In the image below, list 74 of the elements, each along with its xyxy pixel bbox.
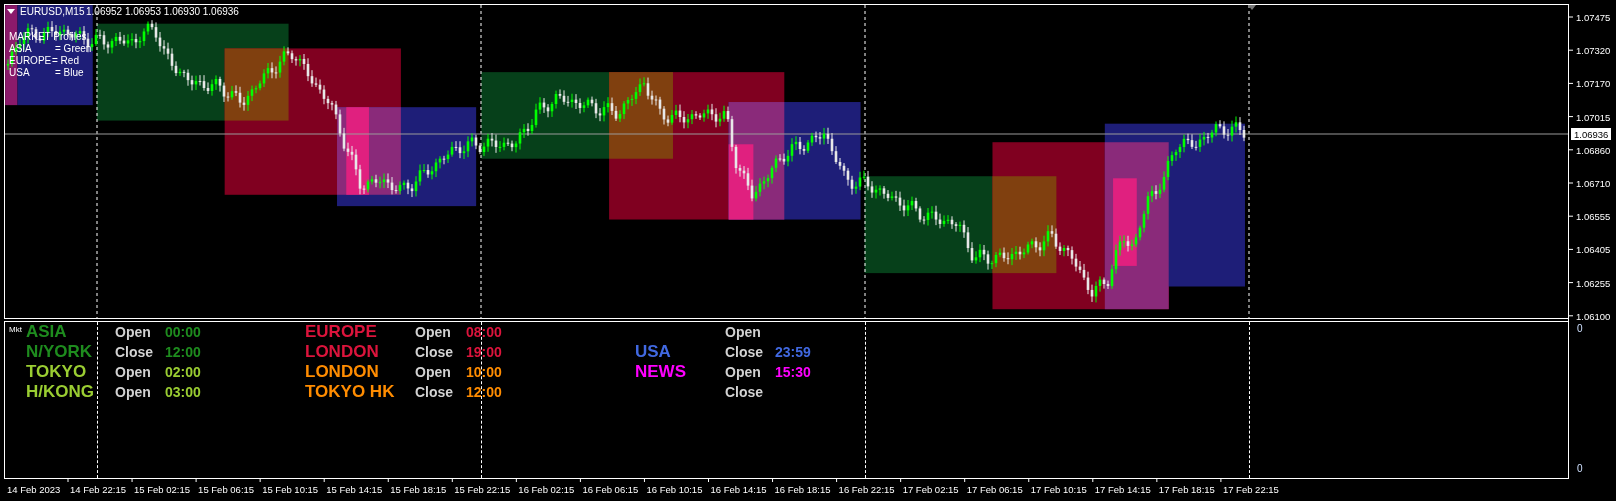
time-label: 16 Feb 14:15 xyxy=(710,484,767,495)
time-label: 16 Feb 06:15 xyxy=(582,484,639,495)
time-label: 17 Feb 10:15 xyxy=(1030,484,1087,495)
price-label: 1.06710 xyxy=(1576,178,1611,189)
time-label: 15 Feb 18:15 xyxy=(390,484,447,495)
session-name: LONDON xyxy=(305,362,380,382)
time-label: 17 Feb 22:15 xyxy=(1222,484,1279,495)
session-action: Close xyxy=(415,344,455,360)
session-name: ASIA xyxy=(26,322,68,342)
session-time: 03:00 xyxy=(165,384,202,400)
time-label: 14 Feb 22:15 xyxy=(70,484,126,495)
shift-marker-icon[interactable] xyxy=(1248,5,1256,10)
session-name: USA xyxy=(635,342,672,362)
quote-text: 1.06952 1.06953 1.06930 1.06936 xyxy=(86,6,239,17)
session-action: Open xyxy=(115,324,152,340)
price-label: 1.06860 xyxy=(1576,144,1611,156)
time-label: 17 Feb 14:15 xyxy=(1094,484,1151,495)
session-action: Open xyxy=(725,364,762,380)
session-name: N/YORK xyxy=(26,342,94,362)
session-name: EUROPE xyxy=(305,322,378,342)
session-time: 19:00 xyxy=(466,344,503,360)
dropdown-icon[interactable] xyxy=(7,9,15,14)
price-label: 1.07015 xyxy=(1576,111,1611,123)
session-name: H/KONG xyxy=(26,382,95,402)
session-time: 10:00 xyxy=(466,364,503,380)
current-price-label: 1.06936 xyxy=(1571,128,1611,140)
session-time: 12:00 xyxy=(165,344,202,360)
legend-color: = Blue xyxy=(55,67,84,78)
session-name: TOKYO HK xyxy=(305,382,396,402)
price-label: 1.07320 xyxy=(1576,45,1611,57)
legend-color: = Red xyxy=(52,55,79,66)
session-action: Open xyxy=(415,324,452,340)
session-action: Open xyxy=(115,384,152,400)
session-action: Open xyxy=(725,324,762,340)
time-label: 15 Feb 02:15 xyxy=(134,484,191,495)
session-action: Open xyxy=(115,364,152,380)
price-label: 1.06405 xyxy=(1576,244,1611,256)
session-action: Open xyxy=(415,364,452,380)
symbol-label: EURUSD,M15 xyxy=(20,6,85,17)
time-label: 16 Feb 18:15 xyxy=(774,484,831,495)
time-label: 16 Feb 22:15 xyxy=(838,484,895,495)
session-time: 08:00 xyxy=(466,324,503,340)
session-name: TOKYO xyxy=(26,362,88,382)
time-label: 17 Feb 18:15 xyxy=(1158,484,1215,495)
time-label: 17 Feb 02:15 xyxy=(902,484,959,495)
session-time: 12:00 xyxy=(466,384,503,400)
time-label: 15 Feb 22:15 xyxy=(454,484,511,495)
price-label: 1.07475 xyxy=(1576,12,1611,23)
indicator-label: Mkt xyxy=(9,325,22,334)
session-action: Close xyxy=(115,344,155,360)
scale-label: 0 xyxy=(1577,323,1583,334)
time-label: 15 Feb 10:15 xyxy=(262,484,319,495)
price-label: 1.07170 xyxy=(1576,78,1611,90)
legend-color: = Green xyxy=(55,43,92,54)
time-label: 17 Feb 06:15 xyxy=(966,484,1023,495)
time-label: 16 Feb 02:15 xyxy=(518,484,575,495)
legend-session: USA xyxy=(9,67,30,78)
session-action: Close xyxy=(725,344,765,360)
session-time: 15:30 xyxy=(775,364,812,380)
time-label: 16 Feb 10:15 xyxy=(646,484,703,495)
session-action: Close xyxy=(725,384,765,400)
scale-label: 0 xyxy=(1577,463,1583,474)
time-label: 14 Feb 2023 xyxy=(7,484,61,495)
price-label: 1.06255 xyxy=(1576,277,1611,289)
time-label: 15 Feb 06:15 xyxy=(198,484,255,495)
session-action: Close xyxy=(415,384,455,400)
price-label: 1.06555 xyxy=(1576,211,1611,223)
price-label: 1.06100 xyxy=(1576,310,1611,321)
session-name: LONDON xyxy=(305,342,380,362)
session-name: NEWS xyxy=(635,362,687,382)
session-time: 23:59 xyxy=(775,344,812,360)
session-time: 02:00 xyxy=(165,364,202,380)
session-time: 00:00 xyxy=(165,324,202,340)
time-label: 15 Feb 14:15 xyxy=(326,484,383,495)
